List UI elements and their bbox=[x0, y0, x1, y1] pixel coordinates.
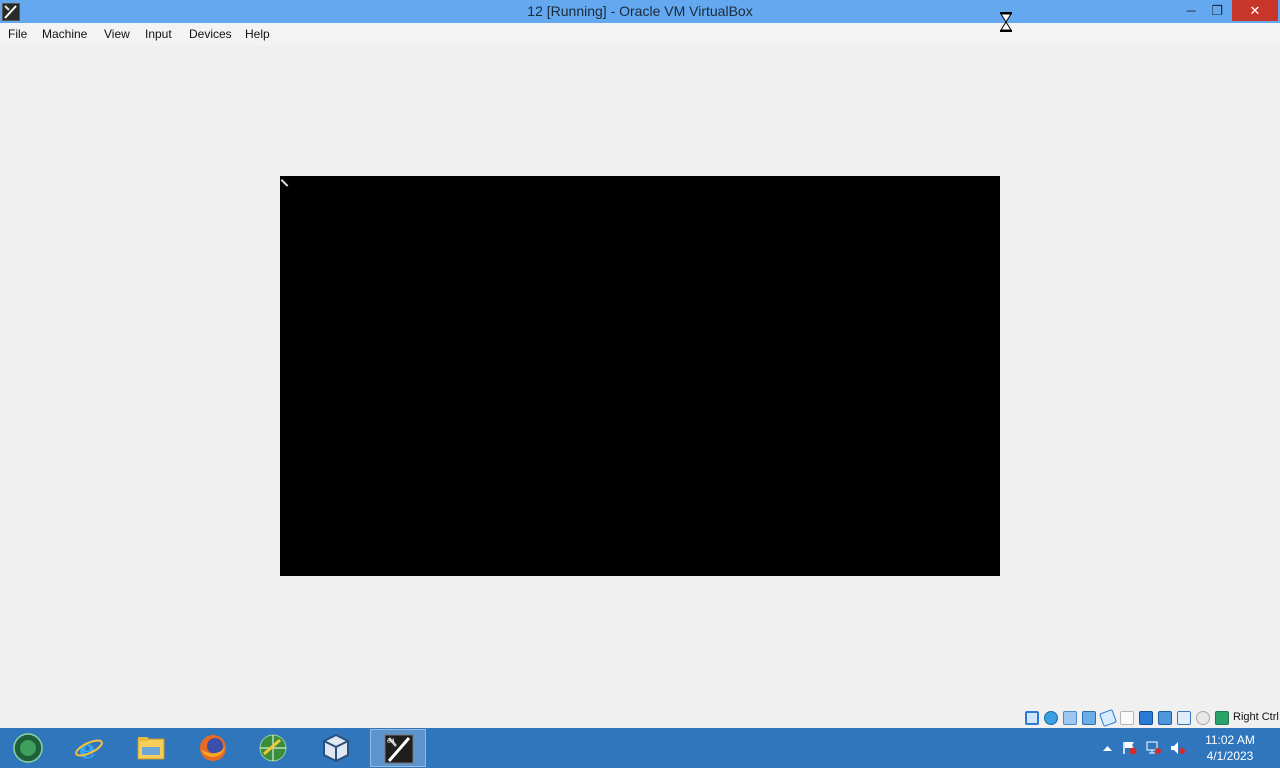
menu-devices[interactable]: Devices bbox=[189, 27, 232, 41]
menu-bar: File Machine View Input Devices Help bbox=[0, 23, 1280, 45]
action-center-icon[interactable] bbox=[1122, 741, 1137, 755]
virtualbox-manager-icon[interactable] bbox=[308, 729, 364, 767]
vm-display[interactable] bbox=[280, 176, 1000, 576]
recording-icon[interactable] bbox=[1158, 711, 1172, 725]
network-globe-icon[interactable] bbox=[245, 729, 301, 767]
shared-folders-icon[interactable] bbox=[1120, 711, 1134, 725]
system-tray bbox=[1098, 728, 1194, 768]
menu-file[interactable]: File bbox=[8, 27, 27, 41]
svg-text:64: 64 bbox=[387, 738, 395, 745]
volume-muted-icon[interactable] bbox=[1170, 741, 1185, 755]
network-icon[interactable] bbox=[1082, 711, 1096, 725]
restore-button[interactable]: ❐ bbox=[1204, 0, 1230, 21]
file-explorer-icon[interactable] bbox=[123, 729, 179, 767]
show-hidden-icons-icon[interactable] bbox=[1100, 741, 1115, 755]
network-status-icon[interactable] bbox=[1146, 741, 1161, 755]
taskbar: e 64 11:02 AM 4/1/2023 bbox=[0, 728, 1280, 768]
clock-date: 4/1/2023 bbox=[1206, 749, 1254, 763]
window-title: 12 [Running] - Oracle VM VirtualBox bbox=[527, 3, 753, 19]
audio-icon[interactable] bbox=[1063, 711, 1077, 725]
firefox-icon[interactable] bbox=[185, 729, 241, 767]
usb-icon[interactable] bbox=[1099, 709, 1117, 727]
vm-mouse-cursor-icon bbox=[280, 179, 289, 187]
menu-view[interactable]: View bbox=[104, 27, 130, 41]
clock-time: 11:02 AM bbox=[1205, 733, 1255, 747]
virtualbox-desktop: 12 [Running] - Oracle VM VirtualBox ─ ❐ … bbox=[0, 0, 1280, 768]
display-icon[interactable] bbox=[1139, 711, 1153, 725]
keyboard-icon[interactable] bbox=[1215, 711, 1229, 725]
virtualbox-vm-taskbar-button[interactable]: 64 bbox=[370, 729, 426, 767]
internet-explorer-icon[interactable]: e bbox=[61, 729, 117, 767]
host-key-label: Right Ctrl bbox=[1233, 711, 1279, 723]
mouse-integration-icon[interactable] bbox=[1196, 711, 1210, 725]
menu-machine[interactable]: Machine bbox=[42, 27, 87, 41]
svg-text:e: e bbox=[79, 735, 96, 763]
start-button[interactable] bbox=[0, 729, 56, 767]
close-button[interactable]: ✕ bbox=[1232, 0, 1278, 21]
vm-status-bar: Right Ctrl bbox=[0, 707, 1280, 728]
vt-icon[interactable] bbox=[1177, 711, 1191, 725]
optical-drive-icon[interactable] bbox=[1044, 711, 1058, 725]
hard-disk-icon[interactable] bbox=[1025, 711, 1039, 725]
window-titlebar[interactable]: 12 [Running] - Oracle VM VirtualBox ─ ❐ … bbox=[0, 0, 1280, 23]
minimize-button[interactable]: ─ bbox=[1178, 0, 1204, 21]
menu-help[interactable]: Help bbox=[245, 27, 270, 41]
taskbar-clock[interactable]: 11:02 AM 4/1/2023 bbox=[1196, 732, 1264, 764]
menu-input[interactable]: Input bbox=[145, 27, 172, 41]
hourglass-cursor-icon bbox=[1000, 12, 1012, 32]
